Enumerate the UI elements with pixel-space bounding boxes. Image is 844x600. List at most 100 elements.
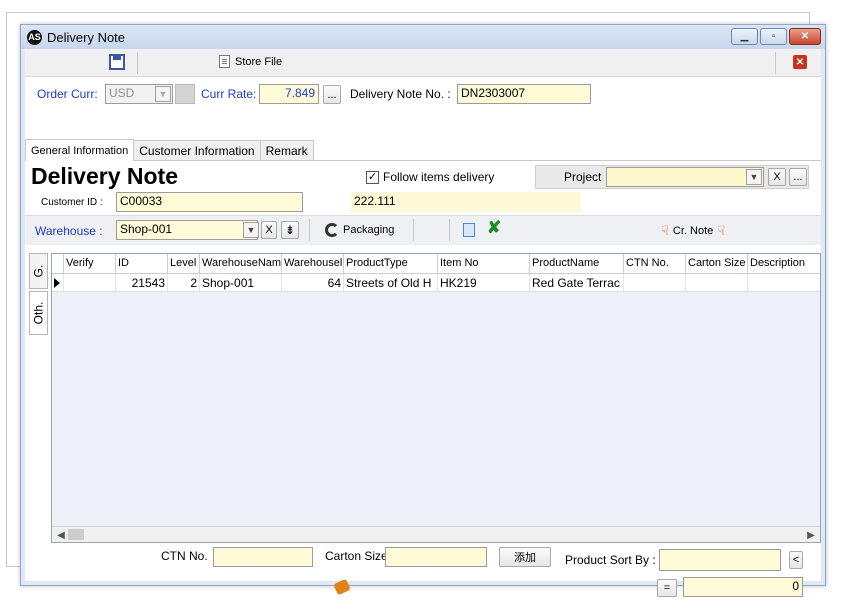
- chevron-down-icon[interactable]: ▼: [155, 86, 171, 102]
- cr-note-button[interactable]: ☟ Cr. Note ☟: [661, 223, 725, 239]
- confirm-check-icon[interactable]: ✘: [487, 218, 501, 238]
- column-header-id[interactable]: ID: [116, 254, 168, 274]
- page-title: Delivery Note: [31, 163, 179, 189]
- customer-id-field[interactable]: C00033: [116, 192, 303, 212]
- equals-button[interactable]: =: [657, 579, 677, 597]
- close-button[interactable]: ✕: [789, 28, 821, 45]
- cell-carton-size[interactable]: [686, 274, 748, 292]
- document-icon: [219, 55, 230, 68]
- checkbox-icon: ✓: [366, 170, 379, 184]
- thumbs-down-icon: ☟: [661, 223, 669, 238]
- column-header-item-no[interactable]: Item No: [438, 254, 530, 274]
- tab-general-information[interactable]: General Information: [25, 139, 135, 161]
- cell-warehouse-name[interactable]: Shop-001: [200, 274, 282, 292]
- packaging-label: Packaging: [343, 224, 395, 236]
- product-sort-label: Product Sort By :: [565, 553, 656, 567]
- column-header-warehouse-id[interactable]: Warehousel: [282, 254, 344, 274]
- column-header-product-name[interactable]: ProductName: [530, 254, 624, 274]
- horizontal-scrollbar[interactable]: ◀ ▶: [52, 526, 820, 542]
- separator: [449, 219, 450, 241]
- column-header-product-type[interactable]: ProductType: [344, 254, 438, 274]
- delivery-note-no-label: Delivery Note No. :: [350, 87, 451, 101]
- maximize-button[interactable]: ▫: [760, 28, 787, 45]
- side-tab-general[interactable]: G.: [29, 253, 48, 289]
- minimize-button[interactable]: ▁: [731, 28, 758, 45]
- delivery-note-window: AS Delivery Note ▁ ▫ ✕ Store File ✕ Orde…: [20, 24, 826, 597]
- scroll-right-icon[interactable]: ▶: [804, 528, 818, 542]
- table-row[interactable]: 21543 2 Shop-001 64 Streets of Old H HK2…: [52, 274, 820, 292]
- packaging-button[interactable]: Packaging: [325, 223, 394, 237]
- column-header-description[interactable]: Description: [748, 254, 820, 274]
- follow-items-checkbox[interactable]: ✓ Follow items delivery: [366, 170, 494, 184]
- project-clear-button[interactable]: X: [768, 168, 786, 186]
- project-select[interactable]: [606, 167, 764, 187]
- curr-rate-more-button[interactable]: ...: [323, 85, 341, 104]
- sort-lt-button[interactable]: <: [789, 551, 803, 569]
- column-header-ctn-no[interactable]: CTN No.: [624, 254, 686, 274]
- cell-verify[interactable]: [64, 274, 116, 292]
- close-icon: ✕: [800, 31, 810, 42]
- column-header-verify[interactable]: Verify: [64, 254, 116, 274]
- tab-remark[interactable]: Remark: [259, 140, 314, 160]
- total-field[interactable]: 0: [683, 577, 803, 597]
- chevron-down-icon[interactable]: ▼: [746, 169, 762, 185]
- warehouse-filter-button[interactable]: ⇟: [281, 221, 299, 239]
- save-icon[interactable]: [109, 54, 125, 70]
- cell-product-name[interactable]: Red Gate Terrac: [530, 274, 624, 292]
- row-indicator-header: [52, 254, 64, 274]
- separator: [309, 219, 310, 241]
- items-grid: Verify ID Level WarehouseNam Warehousel …: [51, 253, 821, 543]
- scroll-left-icon[interactable]: ◀: [54, 528, 68, 542]
- general-information-panel: Delivery Note ✓ Follow items delivery Pr…: [25, 161, 821, 597]
- warehouse-row: Warehouse : Shop-001 ▼ X ⇟ Packaging ✘ ☟…: [25, 215, 821, 245]
- follow-items-label: Follow items delivery: [383, 170, 495, 184]
- copy-icon[interactable]: [463, 223, 475, 240]
- cell-item-no[interactable]: HK219: [438, 274, 530, 292]
- maximize-icon: ▫: [771, 31, 776, 42]
- column-header-warehouse-name[interactable]: WarehouseNam: [200, 254, 282, 274]
- cell-id[interactable]: 21543: [116, 274, 168, 292]
- delivery-note-no-field[interactable]: DN2303007: [457, 84, 591, 104]
- row-selector[interactable]: [52, 274, 64, 292]
- thumbs-down-icon: ☟: [717, 223, 726, 238]
- order-curr-label: Order Curr:: [37, 87, 98, 101]
- column-header-level[interactable]: Level: [168, 254, 200, 274]
- side-tab-other[interactable]: Oth.: [29, 291, 48, 335]
- project-group: Project ▼ X ...: [535, 165, 809, 189]
- title-bar[interactable]: AS Delivery Note ▁ ▫ ✕: [21, 25, 825, 49]
- cell-product-type[interactable]: Streets of Old H: [344, 274, 438, 292]
- curr-rate-field[interactable]: 7.849: [259, 84, 319, 104]
- cell-warehouse-id[interactable]: 64: [282, 274, 344, 292]
- toolbar: Store File ✕: [25, 49, 821, 77]
- chevron-down-icon[interactable]: ▼: [243, 222, 259, 238]
- cell-description[interactable]: [748, 274, 820, 292]
- app-icon: AS: [27, 29, 42, 45]
- scroll-thumb[interactable]: [68, 529, 84, 540]
- ctn-no-field[interactable]: [213, 547, 313, 567]
- current-row-icon: [54, 278, 60, 288]
- project-more-button[interactable]: ...: [789, 168, 807, 186]
- store-file-button[interactable]: Store File: [219, 55, 282, 68]
- client-area: Store File ✕ Order Curr: USD ▼ Curr Rate…: [25, 49, 821, 597]
- tab-bar: General Information Customer Information…: [25, 139, 821, 161]
- minimize-icon: ▁: [740, 31, 749, 42]
- tab-customer-information[interactable]: Customer Information: [133, 140, 261, 160]
- ctn-no-label: CTN No.: [161, 549, 208, 563]
- warehouse-clear-button[interactable]: X: [261, 221, 277, 239]
- carton-size-field[interactable]: [385, 547, 487, 567]
- exit-icon[interactable]: ✕: [793, 55, 807, 69]
- cell-level[interactable]: 2: [168, 274, 200, 292]
- curr-rate-label: Curr Rate:: [201, 87, 257, 101]
- warehouse-label: Warehouse :: [35, 224, 103, 238]
- project-label: Project: [564, 170, 602, 184]
- cell-ctn-no[interactable]: [624, 274, 686, 292]
- grid-header: Verify ID Level WarehouseNam Warehousel …: [52, 254, 820, 274]
- column-header-carton-size[interactable]: Carton Size: [686, 254, 748, 274]
- packaging-icon: [325, 223, 339, 237]
- carton-size-label: Carton Size: [325, 549, 388, 563]
- add-button[interactable]: 添加: [499, 547, 551, 567]
- customer-id-label: Customer ID :: [41, 197, 103, 208]
- warehouse-select[interactable]: Shop-001: [116, 220, 258, 240]
- side-tab-general-label: G.: [31, 264, 46, 278]
- product-sort-field[interactable]: [659, 549, 781, 571]
